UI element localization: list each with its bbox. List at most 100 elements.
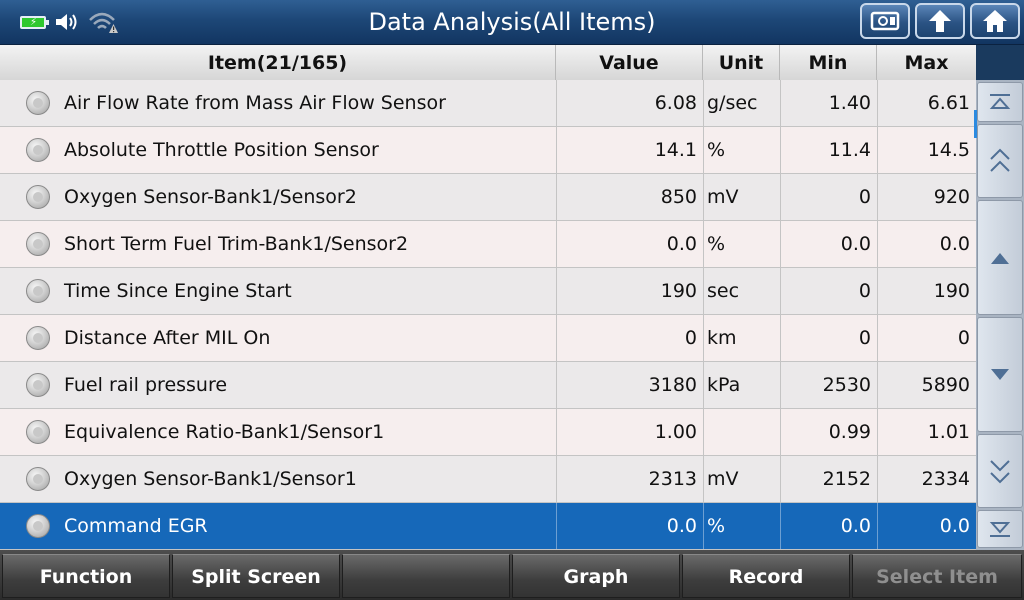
graph-button[interactable]: Graph: [512, 554, 680, 598]
function-button[interactable]: Function: [2, 554, 170, 598]
row-min: 0: [780, 174, 877, 220]
row-unit: km: [703, 315, 780, 361]
table-row[interactable]: Distance After MIL On 0 km 0 0: [0, 315, 976, 362]
back-up-button[interactable]: [915, 3, 965, 39]
header-item[interactable]: Item(21/165): [0, 45, 556, 80]
table-row[interactable]: Short Term Fuel Trim-Bank1/Sensor2 0.0 %…: [0, 221, 976, 268]
line-down-button[interactable]: [977, 317, 1023, 432]
radio-indicator-icon: [26, 185, 50, 209]
radio-indicator-icon: [26, 232, 50, 256]
back-up-icon: [929, 10, 951, 32]
row-value: 0: [556, 315, 703, 361]
page-down-icon: [990, 460, 1010, 484]
home-icon: [983, 10, 1007, 32]
scroll-bottom-icon: [989, 522, 1011, 537]
table-row-selected[interactable]: Command EGR 0.0 % 0.0 0.0: [0, 503, 976, 550]
line-up-icon: [991, 252, 1009, 264]
bottom-toolbar: Function Split Screen Graph Record Selec…: [0, 550, 1024, 600]
row-unit: mV: [703, 174, 780, 220]
row-value: 1.00: [556, 409, 703, 455]
row-unit: mV: [703, 456, 780, 502]
line-down-icon: [991, 368, 1009, 380]
scroll-top-icon: [989, 94, 1011, 109]
row-max: 0: [877, 315, 976, 361]
data-table: Item(21/165) Value Unit Min Max Air Flow…: [0, 45, 976, 550]
table-row[interactable]: Time Since Engine Start 190 sec 0 190: [0, 268, 976, 315]
row-unit: sec: [703, 268, 780, 314]
row-min: 2152: [780, 456, 877, 502]
row-max: 14.5: [877, 127, 976, 173]
table-row[interactable]: Oxygen Sensor-Bank1/Sensor2 850 mV 0 920: [0, 174, 976, 221]
table-row[interactable]: Air Flow Rate from Mass Air Flow Sensor …: [0, 80, 976, 127]
scroll-top-button[interactable]: [977, 82, 1023, 122]
row-unit: [703, 409, 780, 455]
select-item-button[interactable]: Select Item: [852, 554, 1022, 598]
radio-indicator-icon: [26, 279, 50, 303]
row-min: 0.99: [780, 409, 877, 455]
row-unit: %: [703, 221, 780, 267]
split-screen-button[interactable]: Split Screen: [172, 554, 340, 598]
radio-indicator-icon: [26, 467, 50, 491]
row-max: 920: [877, 174, 976, 220]
empty-button[interactable]: [342, 554, 510, 598]
header-unit: Unit: [703, 45, 780, 80]
row-min: 1.40: [780, 80, 877, 126]
row-unit: %: [703, 503, 780, 549]
row-max: 0.0: [877, 503, 976, 549]
screenshot-icon: [870, 11, 900, 31]
row-value: 0.0: [556, 503, 703, 549]
radio-indicator-icon: [26, 420, 50, 444]
row-value: 190: [556, 268, 703, 314]
radio-indicator-icon: [26, 326, 50, 350]
header-min: Min: [780, 45, 877, 80]
row-min: 0.0: [780, 503, 877, 549]
line-up-button[interactable]: [977, 200, 1023, 315]
header-value: Value: [556, 45, 703, 80]
scroll-column: [974, 80, 1024, 550]
home-button[interactable]: [970, 3, 1020, 39]
table-row[interactable]: Oxygen Sensor-Bank1/Sensor1 2313 mV 2152…: [0, 456, 976, 503]
scroll-bottom-button[interactable]: [977, 510, 1023, 548]
row-max: 5890: [877, 362, 976, 408]
table-body: Air Flow Rate from Mass Air Flow Sensor …: [0, 80, 976, 550]
row-value: 0.0: [556, 221, 703, 267]
row-min: 0: [780, 268, 877, 314]
row-value: 2313: [556, 456, 703, 502]
table-row[interactable]: Fuel rail pressure 3180 kPa 2530 5890: [0, 362, 976, 409]
record-button[interactable]: Record: [682, 554, 850, 598]
row-min: 11.4: [780, 127, 877, 173]
row-max: 2334: [877, 456, 976, 502]
row-value: 14.1: [556, 127, 703, 173]
row-max: 190: [877, 268, 976, 314]
row-max: 6.61: [877, 80, 976, 126]
row-item: Oxygen Sensor-Bank1/Sensor2: [64, 186, 357, 208]
row-item: Oxygen Sensor-Bank1/Sensor1: [64, 468, 357, 490]
row-min: 0: [780, 315, 877, 361]
radio-indicator-icon: [26, 514, 50, 538]
page-up-button[interactable]: [977, 124, 1023, 198]
radio-indicator-icon: [26, 91, 50, 115]
screenshot-button[interactable]: [860, 3, 910, 39]
table-header: Item(21/165) Value Unit Min Max: [0, 45, 976, 81]
row-unit: kPa: [703, 362, 780, 408]
page-up-icon: [990, 148, 1010, 172]
row-max: 0.0: [877, 221, 976, 267]
table-row[interactable]: Absolute Throttle Position Sensor 14.1 %…: [0, 127, 976, 174]
row-item: Time Since Engine Start: [64, 280, 292, 302]
row-item: Short Term Fuel Trim-Bank1/Sensor2: [64, 233, 409, 255]
table-row[interactable]: Equivalence Ratio-Bank1/Sensor1 1.00 0.9…: [0, 409, 976, 456]
row-item: Air Flow Rate from Mass Air Flow Sensor: [64, 92, 446, 114]
row-max: 1.01: [877, 409, 976, 455]
radio-indicator-icon: [26, 373, 50, 397]
row-item: Absolute Throttle Position Sensor: [64, 139, 379, 161]
page-down-button[interactable]: [977, 434, 1023, 508]
row-unit: %: [703, 127, 780, 173]
row-min: 2530: [780, 362, 877, 408]
row-value: 6.08: [556, 80, 703, 126]
row-min: 0.0: [780, 221, 877, 267]
title-bar: ⚡ Data Analysis(All Items): [0, 0, 1024, 45]
row-item: Equivalence Ratio-Bank1/Sensor1: [64, 421, 385, 443]
row-item: Distance After MIL On: [64, 327, 271, 349]
row-value: 850: [556, 174, 703, 220]
row-item: Command EGR: [64, 515, 208, 537]
